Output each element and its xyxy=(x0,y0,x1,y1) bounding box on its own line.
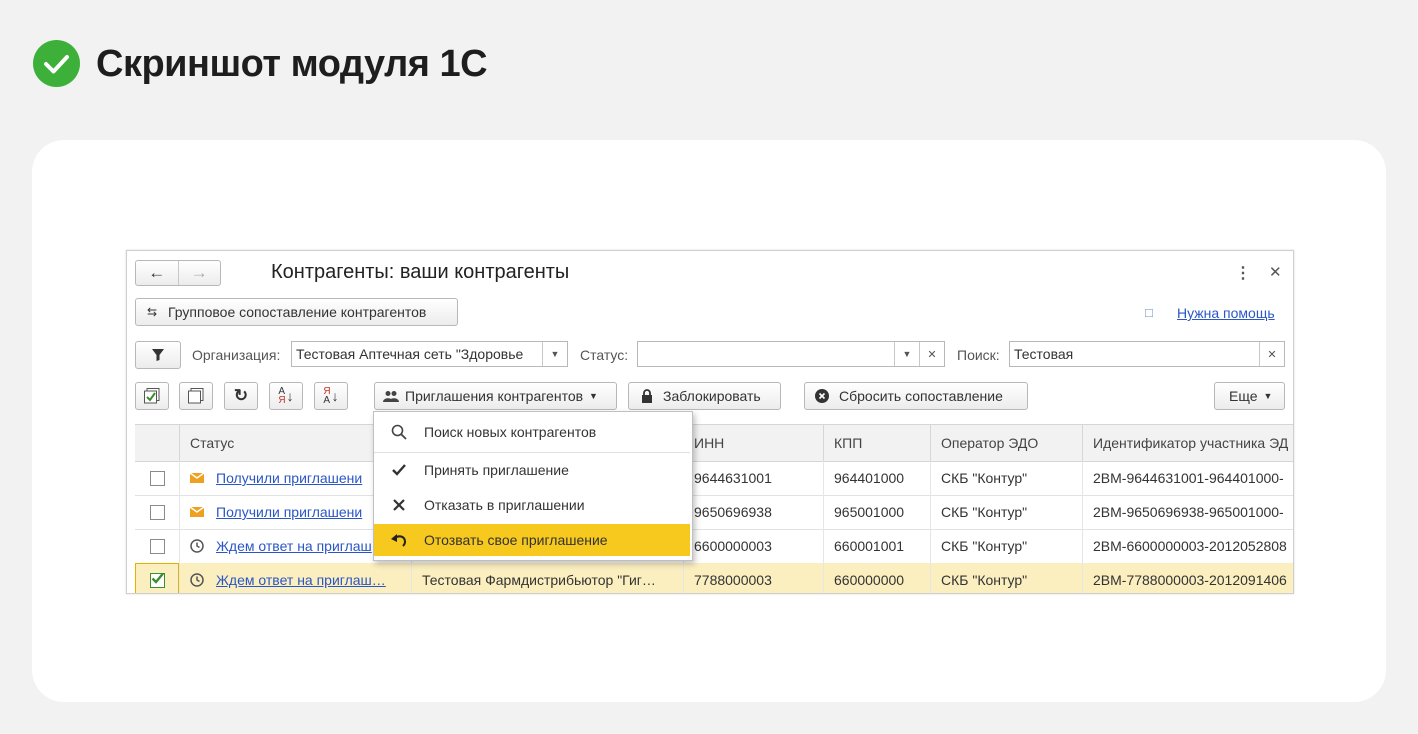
sort-asc-icon: АЯ xyxy=(278,386,286,406)
search-field[interactable]: Тестовая ✕ xyxy=(1009,341,1285,367)
clock-icon xyxy=(190,573,204,587)
edo-id-cell: 2ВМ-9650696938-965001000- xyxy=(1082,495,1293,529)
org-label: Организация: xyxy=(192,347,281,363)
dropdown-arrow-icon[interactable]: ▼ xyxy=(894,342,919,366)
edo-id-cell: 2ВМ-9644631001-964401000- xyxy=(1082,461,1293,495)
clear-icon[interactable]: ✕ xyxy=(919,342,944,366)
dropdown-arrow-icon: ▼ xyxy=(1263,391,1273,401)
envelope-icon xyxy=(190,473,204,483)
inn-cell: 7788000003 xyxy=(683,563,823,593)
lock-icon xyxy=(642,389,652,403)
kpp-cell: 660000000 xyxy=(823,563,930,593)
filter-button[interactable] xyxy=(135,341,181,369)
menu-item-decline[interactable]: Отказать в приглашении xyxy=(374,489,690,521)
cancel-circle-icon xyxy=(815,389,829,403)
check-icon xyxy=(392,464,406,476)
row-checkbox[interactable] xyxy=(149,572,165,588)
dropdown-arrow-icon: ▼ xyxy=(589,391,598,401)
status-link[interactable]: Ждем ответ на приглаш… xyxy=(216,572,386,588)
app-window: ← → Контрагенты: ваши контрагенты ⋮ ✕ ⇆ … xyxy=(126,250,1294,594)
org-field[interactable]: Тестовая Аптечная сеть "Здоровье ▼ xyxy=(291,341,568,367)
column-header-check xyxy=(135,425,179,461)
refresh-icon: ↻ xyxy=(233,386,249,405)
sort-asc-button[interactable]: А Я ↓ xyxy=(269,382,303,410)
funnel-icon xyxy=(152,349,164,361)
menu-item-search-new[interactable]: Поиск новых контрагентов xyxy=(374,416,690,448)
more-vert-icon[interactable]: ⋮ xyxy=(1235,263,1251,283)
operator-cell: СКБ "Контур" xyxy=(930,495,1082,529)
menu-separator xyxy=(374,452,690,453)
close-icon[interactable]: ✕ xyxy=(1269,263,1282,281)
name-cell: Тестовая Фармдистрибьютор "Гиг… xyxy=(411,563,683,593)
column-header-operator[interactable]: Оператор ЭДО xyxy=(930,425,1082,461)
invitations-dropdown-menu: Поиск новых контрагентов Принять приглаш… xyxy=(373,411,693,561)
table-row[interactable]: Ждем ответ на приглаш… Тестовая Фармдист… xyxy=(135,563,1293,593)
column-header-inn[interactable]: ИНН xyxy=(683,425,823,461)
nav-buttons: ← → xyxy=(135,260,221,286)
uncheck-all-button[interactable] xyxy=(179,382,213,410)
status-field[interactable]: ▼ ✕ xyxy=(637,341,945,367)
block-button[interactable]: Заблокировать xyxy=(628,382,781,410)
row-checkbox[interactable] xyxy=(149,504,165,520)
clear-icon[interactable]: ✕ xyxy=(1259,342,1284,366)
page-heading: Скриншот модуля 1С xyxy=(96,43,488,85)
column-header-kpp[interactable]: КПП xyxy=(823,425,930,461)
back-arrow-icon[interactable]: ← xyxy=(136,261,178,285)
forward-arrow-icon[interactable]: → xyxy=(177,261,221,285)
dropdown-arrow-icon[interactable]: ▼ xyxy=(542,342,567,366)
uncheck-all-icon xyxy=(188,388,204,404)
reset-match-button[interactable]: Сбросить сопоставление xyxy=(804,382,1028,410)
kpp-cell: 964401000 xyxy=(823,461,930,495)
menu-item-revoke[interactable]: Отозвать свое приглашение xyxy=(374,524,690,556)
checkmark-icon xyxy=(151,572,164,584)
inn-cell: 6600000003 xyxy=(683,529,823,563)
more-button[interactable]: Еще ▼ xyxy=(1214,382,1285,410)
sort-desc-icon: ЯА xyxy=(323,386,331,406)
undo-icon xyxy=(391,534,407,547)
menu-item-accept[interactable]: Принять приглашение xyxy=(374,454,690,486)
status-label: Статус: xyxy=(580,347,629,363)
operator-cell: СКБ "Контур" xyxy=(930,529,1082,563)
status-link[interactable]: Получили приглашени xyxy=(216,504,362,520)
group-match-button[interactable]: ⇆ Групповое сопоставление контрагентов xyxy=(135,298,458,326)
people-icon xyxy=(383,391,399,402)
row-checkbox[interactable] xyxy=(149,538,165,554)
refresh-button[interactable]: ↻ xyxy=(224,382,258,410)
help-link[interactable]: Нужна помощь xyxy=(1177,305,1275,321)
table-row[interactable]: Получили приглашени 9644631001 964401000… xyxy=(135,461,1293,496)
cross-icon xyxy=(393,499,405,511)
inn-cell: 9650696938 xyxy=(683,495,823,529)
invitations-menu-button[interactable]: Приглашения контрагентов ▼ xyxy=(374,382,617,410)
table-row[interactable]: Получили приглашени 9650696938 965001000… xyxy=(135,495,1293,530)
swap-arrows-icon: ⇆ xyxy=(146,305,158,319)
envelope-icon xyxy=(190,507,204,517)
edo-id-cell: 2ВМ-6600000003-2012052808 xyxy=(1082,529,1293,563)
edo-id-cell: 2ВМ-7788000003-2012091406 xyxy=(1082,563,1293,593)
inn-cell: 9644631001 xyxy=(683,461,823,495)
operator-cell: СКБ "Контур" xyxy=(930,461,1082,495)
sort-desc-button[interactable]: Я А ↓ xyxy=(314,382,348,410)
operator-cell: СКБ "Контур" xyxy=(930,563,1082,593)
search-label: Поиск: xyxy=(957,347,1000,363)
check-circle-icon xyxy=(33,40,80,87)
status-link[interactable]: Получили приглашени xyxy=(216,470,362,486)
table-header: Статус ИНН КПП Оператор ЭДО Идентификато… xyxy=(135,424,1293,462)
window-title: Контрагенты: ваши контрагенты xyxy=(271,261,570,283)
clock-icon xyxy=(190,539,204,553)
check-all-icon xyxy=(144,388,160,404)
column-header-edo-id[interactable]: Идентификатор участника ЭД xyxy=(1082,425,1293,461)
table-row[interactable]: Ждем ответ на приглаш 6600000003 6600010… xyxy=(135,529,1293,564)
row-checkbox[interactable] xyxy=(149,470,165,486)
search-icon xyxy=(391,424,407,440)
status-link[interactable]: Ждем ответ на приглаш xyxy=(216,538,372,554)
check-all-button[interactable] xyxy=(135,382,169,410)
kpp-cell: 965001000 xyxy=(823,495,930,529)
kpp-cell: 660001001 xyxy=(823,529,930,563)
chat-bubble-icon: □ xyxy=(1145,305,1153,320)
